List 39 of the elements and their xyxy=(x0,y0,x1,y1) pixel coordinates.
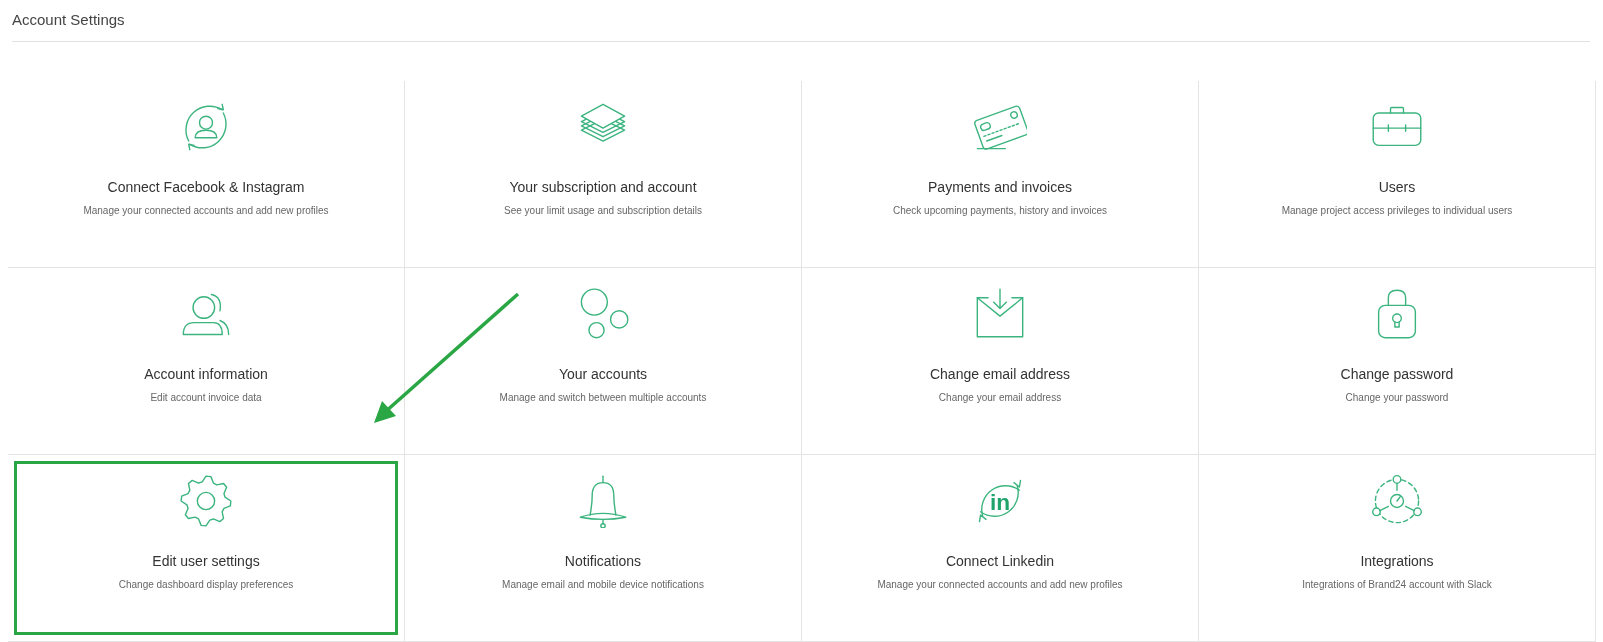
highlighted-settings-card[interactable]: Edit user settings Change dashboard display preferences xyxy=(14,461,398,635)
card-title: Your accounts xyxy=(558,366,648,382)
page-title: Account Settings xyxy=(12,0,1590,42)
card-description: Check upcoming payments, history and invoices xyxy=(893,205,1107,216)
card-description: Integrations of Brand24 account with Slack xyxy=(1302,579,1492,590)
card-title: Integrations xyxy=(1360,553,1434,569)
card-description: See your limit usage and subscription details xyxy=(504,205,702,216)
settings-card[interactable]: Payments and invoices Check upcoming payments, history and invoices xyxy=(808,87,1192,261)
settings-card[interactable]: Your subscription and account See your limit usage and subscription details xyxy=(411,87,795,261)
card-title: Change email address xyxy=(929,366,1071,382)
card-title: Users xyxy=(1378,179,1416,195)
card-description: Manage project access privileges to individual users xyxy=(1281,205,1513,216)
card-description: Change dashboard display preferences xyxy=(118,579,294,590)
settings-card[interactable]: Change password Change your password xyxy=(1205,274,1589,448)
card-title: Notifications xyxy=(564,553,642,569)
card-description: Manage email and mobile device notifications xyxy=(502,579,704,590)
card-description: Edit account invoice data xyxy=(150,392,262,403)
settings-card[interactable]: Your accounts Manage and switch between multiple accounts xyxy=(411,274,795,448)
settings-icon xyxy=(179,474,233,528)
icon-label: in xyxy=(989,488,1011,515)
settings-card[interactable]: Connect Facebook & Instagram Manage your connected accounts and add new profiles xyxy=(14,87,398,261)
card-description: Change your password xyxy=(1345,392,1449,403)
card-description: Manage your connected accounts and add new profiles xyxy=(877,579,1123,590)
settings-card[interactable]: Account information Edit account invoice data xyxy=(14,274,398,448)
settings-card[interactable]: Integrations Integrations of Brand24 account with Slack xyxy=(1205,461,1589,635)
card-title: Your subscription and account xyxy=(509,179,697,195)
card-title: Payments and invoices xyxy=(928,179,1072,195)
card-description: Manage and switch between multiple accounts xyxy=(499,392,707,403)
card-title: Edit user settings xyxy=(152,553,260,569)
card-description: Change your email address xyxy=(938,392,1062,403)
card-title: Connect Linkedin xyxy=(945,553,1055,569)
card-title: Connect Facebook & Instagram xyxy=(107,179,305,195)
settings-card[interactable]: Users Manage project access privileges to individual users xyxy=(1205,87,1589,261)
card-title: Account information xyxy=(144,366,268,382)
settings-card[interactable]: Notifications Manage email and mobile device notifications xyxy=(411,461,795,635)
card-title: Change password xyxy=(1340,366,1454,382)
settings-card[interactable]: in Connect Linkedin Manage your connected accounts and add new profiles xyxy=(808,461,1192,635)
card-description: Manage your connected accounts and add new profiles xyxy=(83,205,329,216)
settings-card[interactable]: Change email address Change your email address xyxy=(808,274,1192,448)
